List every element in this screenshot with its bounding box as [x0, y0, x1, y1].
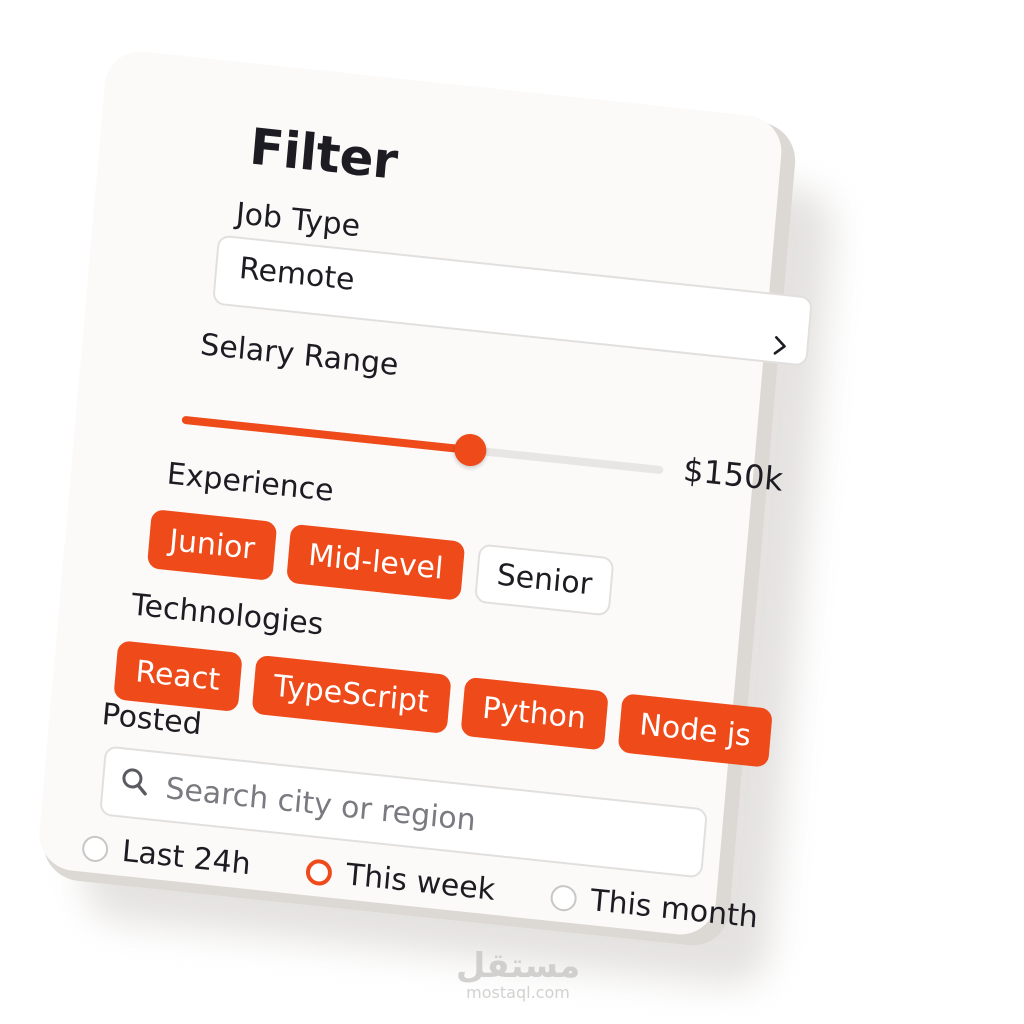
- chip-typescript[interactable]: TypeScript: [251, 654, 452, 734]
- radio-circle: [305, 857, 334, 887]
- search-icon: [119, 765, 151, 798]
- stage: Filter Job Type Remote Selary Range $150…: [0, 0, 1024, 1024]
- job-type-value: Remote: [237, 250, 356, 298]
- chevron-right-icon: [771, 333, 790, 365]
- watermark-logo-text: مستقل: [455, 946, 581, 986]
- job-type-label: Job Type: [234, 196, 362, 245]
- panel-title: Filter: [247, 117, 400, 191]
- technologies-chips: React TypeScript Python Node js: [113, 640, 774, 768]
- chip-junior[interactable]: Junior: [146, 509, 278, 581]
- chip-mid-level[interactable]: Mid-level: [286, 523, 466, 601]
- radio-label: Last 24h: [120, 833, 253, 883]
- filter-panel: Filter Job Type Remote Selary Range $150…: [36, 48, 813, 938]
- chip-senior[interactable]: Senior: [474, 543, 615, 617]
- radio-circle: [81, 834, 110, 863]
- technologies-label: Technologies: [130, 587, 325, 643]
- radio-label: This week: [344, 857, 497, 908]
- slider-fill: [181, 415, 472, 455]
- chip-python[interactable]: Python: [459, 676, 609, 751]
- watermark-url: mostaql.com: [466, 983, 570, 1002]
- slider-thumb[interactable]: [453, 432, 489, 468]
- radio-last-24h[interactable]: Last 24h: [81, 830, 253, 883]
- salary-range-label: Selary Range: [198, 327, 400, 383]
- radio-circle: [549, 883, 578, 912]
- watermark-logo: مستقل mostaql.com: [448, 948, 588, 1002]
- experience-label: Experience: [165, 456, 336, 509]
